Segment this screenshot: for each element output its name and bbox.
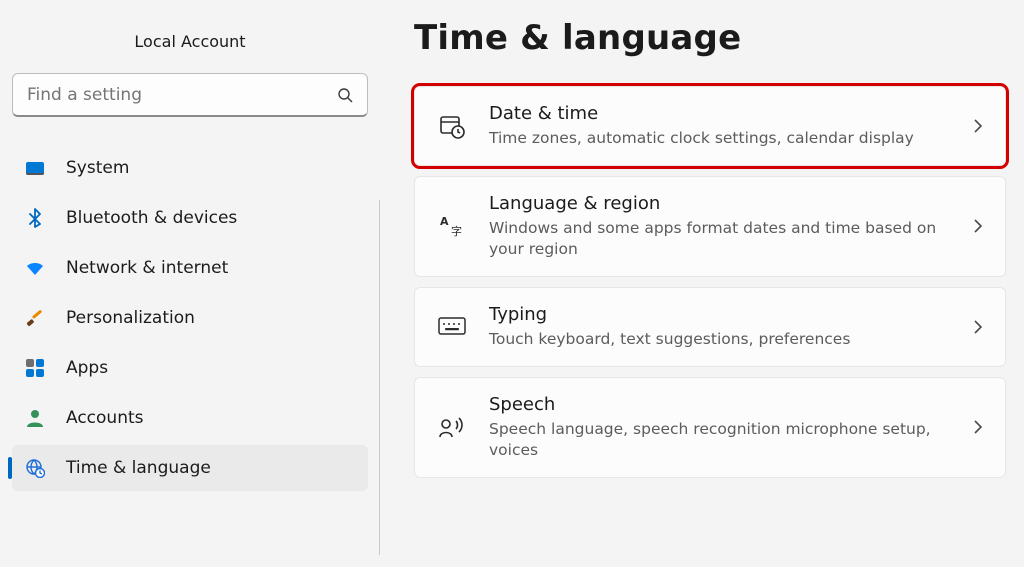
sidebar-item-system[interactable]: System — [12, 145, 368, 191]
sidebar-item-time-language[interactable]: Time & language — [12, 445, 368, 491]
card-subtitle: Time zones, automatic clock settings, ca… — [489, 128, 951, 149]
page-title: Time & language — [414, 18, 1006, 58]
card-title: Date & time — [489, 103, 951, 124]
sidebar-item-label: System — [66, 158, 129, 178]
account-label: Local Account — [12, 32, 368, 51]
sidebar-divider — [379, 200, 380, 555]
search-field[interactable] — [12, 73, 368, 117]
main-content: Time & language Date & time Time zones, … — [380, 0, 1024, 567]
sidebar-item-network[interactable]: Network & internet — [12, 245, 368, 291]
person-icon — [24, 407, 46, 429]
apps-icon — [24, 357, 46, 379]
search-icon — [337, 87, 353, 103]
sidebar-item-label: Accounts — [66, 408, 144, 428]
card-title: Speech — [489, 394, 951, 415]
card-typing[interactable]: Typing Touch keyboard, text suggestions,… — [414, 287, 1006, 367]
card-subtitle: Speech language, speech recognition micr… — [489, 419, 951, 461]
card-subtitle: Touch keyboard, text suggestions, prefer… — [489, 329, 951, 350]
sidebar-nav: System Bluetooth & devices Network & int… — [12, 145, 368, 491]
svg-text:字: 字 — [451, 224, 462, 238]
sidebar-item-bluetooth[interactable]: Bluetooth & devices — [12, 195, 368, 241]
settings-app: Local Account System Bluetooth & — [0, 0, 1024, 567]
wifi-icon — [24, 257, 46, 279]
sidebar: Local Account System Bluetooth & — [0, 0, 380, 567]
sidebar-item-label: Network & internet — [66, 258, 228, 278]
language-icon: A 字 — [437, 211, 467, 241]
settings-cards: Date & time Time zones, automatic clock … — [414, 86, 1006, 478]
system-icon — [24, 157, 46, 179]
chevron-right-icon — [973, 218, 983, 234]
sidebar-item-label: Time & language — [66, 458, 211, 478]
card-language-region[interactable]: A 字 Language & region Windows and some a… — [414, 176, 1006, 277]
search-input[interactable] — [27, 85, 337, 105]
sidebar-item-apps[interactable]: Apps — [12, 345, 368, 391]
sidebar-item-label: Apps — [66, 358, 108, 378]
speech-icon — [437, 412, 467, 442]
sidebar-item-accounts[interactable]: Accounts — [12, 395, 368, 441]
card-title: Language & region — [489, 193, 951, 214]
bluetooth-icon — [24, 207, 46, 229]
sidebar-item-label: Personalization — [66, 308, 195, 328]
card-subtitle: Windows and some apps format dates and t… — [489, 218, 951, 260]
paintbrush-icon — [24, 307, 46, 329]
card-body: Date & time Time zones, automatic clock … — [489, 103, 951, 149]
sidebar-item-label: Bluetooth & devices — [66, 208, 237, 228]
card-speech[interactable]: Speech Speech language, speech recogniti… — [414, 377, 1006, 478]
chevron-right-icon — [973, 118, 983, 134]
chevron-right-icon — [973, 419, 983, 435]
card-body: Speech Speech language, speech recogniti… — [489, 394, 951, 461]
calendar-clock-icon — [437, 111, 467, 141]
svg-text:A: A — [440, 215, 449, 228]
globe-clock-icon — [24, 457, 46, 479]
card-body: Language & region Windows and some apps … — [489, 193, 951, 260]
sidebar-item-personalization[interactable]: Personalization — [12, 295, 368, 341]
card-date-time[interactable]: Date & time Time zones, automatic clock … — [414, 86, 1006, 166]
keyboard-icon — [437, 312, 467, 342]
card-title: Typing — [489, 304, 951, 325]
card-body: Typing Touch keyboard, text suggestions,… — [489, 304, 951, 350]
chevron-right-icon — [973, 319, 983, 335]
